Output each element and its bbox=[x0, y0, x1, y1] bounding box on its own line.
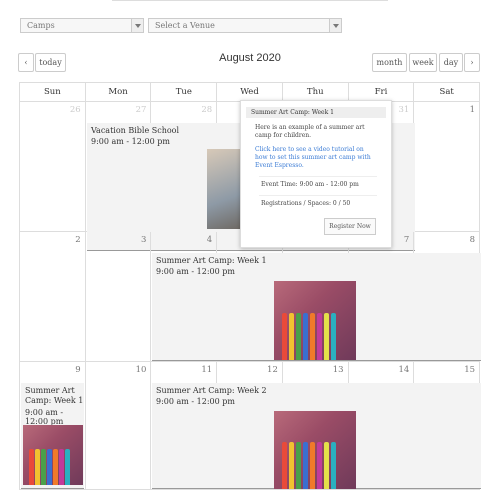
venue-select-value: Select a Venue bbox=[155, 21, 215, 30]
month-view-button[interactable]: month bbox=[372, 53, 407, 72]
divider bbox=[259, 176, 377, 177]
day-number: 9 bbox=[75, 365, 81, 375]
next-month-button[interactable]: › bbox=[464, 53, 480, 72]
tooltip-registrations: Registrations / Spaces: 0 / 50 bbox=[261, 200, 351, 207]
event-time: 9:00 am - 12:00 pm bbox=[25, 408, 64, 426]
category-select[interactable]: Camps bbox=[20, 18, 144, 33]
weekday-header: Sun Mon Tue Wed Thu Fri Sat bbox=[19, 82, 480, 102]
day-number: 10 bbox=[135, 365, 147, 375]
weekday-label: Mon bbox=[86, 83, 152, 101]
event-time: 9:00 am - 12:00 pm bbox=[156, 397, 235, 406]
event-time: 9:00 am - 12:00 pm bbox=[156, 267, 235, 276]
event-title: Summer Art Camp: Week 1 bbox=[156, 256, 267, 265]
day-cell[interactable]: 1 bbox=[414, 102, 481, 231]
event-title: Summer Art Camp: Week 2 bbox=[156, 386, 267, 395]
event-summer-art-camp-week-2[interactable]: Summer Art Camp: Week 2 9:00 am - 12:00 … bbox=[152, 383, 481, 489]
tooltip-title: Summer Art Camp: Week 1 bbox=[246, 107, 386, 118]
day-number: 12 bbox=[267, 365, 278, 375]
calendar-week: 2 3 4 5 6 7 8 Summer Art Camp: Week 1 9:… bbox=[19, 232, 481, 362]
event-image bbox=[23, 425, 83, 485]
day-view-button[interactable]: day bbox=[439, 53, 463, 72]
today-button[interactable]: today bbox=[35, 53, 66, 72]
event-image bbox=[274, 411, 356, 489]
day-number: 14 bbox=[398, 365, 410, 375]
day-cell[interactable]: 3 bbox=[86, 232, 152, 361]
weekday-label: Wed bbox=[217, 83, 283, 101]
venue-select[interactable]: Select a Venue bbox=[148, 18, 342, 33]
day-number: 26 bbox=[69, 105, 81, 115]
calendar-week: 9 10 11 12 13 14 15 Summer Art Camp: Wee… bbox=[19, 362, 481, 490]
event-summer-art-camp-week-1[interactable]: Summer Art Camp: Week 1 9:00 am - 12:00 … bbox=[152, 253, 481, 361]
weekday-label: Fri bbox=[349, 83, 415, 101]
day-number: 28 bbox=[201, 105, 213, 115]
event-summer-art-camp-week-1[interactable]: Summer Art Camp: Week 1 9:00 am - 12:00 … bbox=[21, 383, 84, 489]
event-image bbox=[274, 281, 356, 360]
register-now-button[interactable]: Register Now bbox=[324, 218, 376, 235]
top-divider bbox=[112, 0, 388, 1]
day-number: 2 bbox=[75, 235, 81, 245]
weekday-label: Thu bbox=[283, 83, 349, 101]
chevron-down-icon bbox=[329, 19, 341, 32]
event-title: Summer Art Camp: Week 1 bbox=[25, 386, 84, 405]
category-select-value: Camps bbox=[27, 21, 55, 30]
weekday-label: Tue bbox=[151, 83, 218, 101]
prev-month-button[interactable]: ‹ bbox=[18, 53, 34, 72]
tooltip-event-time: Event Time: 9:00 am - 12:00 pm bbox=[261, 181, 359, 188]
day-number: 13 bbox=[332, 365, 344, 375]
day-number: 4 bbox=[206, 235, 213, 245]
chevron-down-icon bbox=[131, 19, 143, 32]
day-number: 1 bbox=[469, 105, 476, 115]
day-number: 3 bbox=[141, 235, 147, 245]
day-cell[interactable]: 2 bbox=[20, 232, 86, 361]
tooltip-description: Here is an example of a summer art camp … bbox=[255, 124, 365, 139]
tooltip-video-link[interactable]: Click here to see a video tutorial on ho… bbox=[255, 146, 377, 170]
day-cell[interactable]: 26 bbox=[20, 102, 86, 231]
calendar-title: August 2020 bbox=[219, 52, 281, 64]
divider bbox=[259, 195, 377, 196]
day-number: 8 bbox=[469, 235, 476, 245]
day-number: 15 bbox=[464, 365, 476, 375]
weekday-label: Sun bbox=[20, 83, 86, 101]
day-number: 31 bbox=[398, 105, 410, 115]
day-number: 11 bbox=[201, 365, 213, 375]
week-view-button[interactable]: week bbox=[409, 53, 437, 72]
day-number: 27 bbox=[135, 105, 147, 115]
day-cell[interactable]: 10 bbox=[86, 362, 152, 489]
event-tooltip: Summer Art Camp: Week 1 Here is an examp… bbox=[240, 100, 392, 248]
weekday-label: Sat bbox=[439, 87, 454, 97]
day-number: 7 bbox=[403, 235, 410, 245]
